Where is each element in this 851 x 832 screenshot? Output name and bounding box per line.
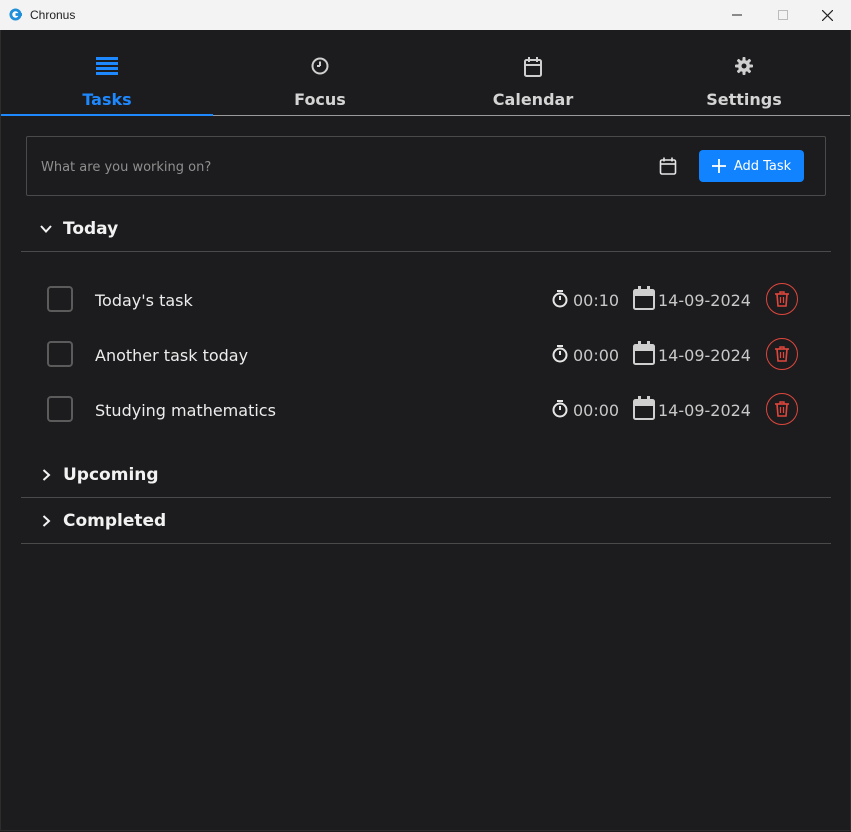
- tab-calendar[interactable]: Calendar: [427, 30, 639, 115]
- task-row: Another task today 00:00 14-09-2024: [21, 336, 831, 376]
- close-button[interactable]: [804, 0, 850, 30]
- section-title: Completed: [63, 511, 167, 531]
- chevron-right-icon: [42, 515, 51, 527]
- task-input[interactable]: [39, 153, 643, 181]
- calendar-icon: [633, 286, 655, 310]
- window-titlebar: Chronus: [0, 0, 851, 30]
- maximize-icon: [778, 10, 788, 20]
- task-checkbox[interactable]: [47, 286, 73, 312]
- app-window: Tasks Focus Calendar Settings What are y…: [0, 30, 851, 831]
- nav-tabs: Tasks Focus Calendar Settings: [1, 30, 850, 116]
- trash-icon: [775, 346, 789, 362]
- tab-tasks[interactable]: Tasks: [1, 30, 213, 116]
- window-title: Chronus: [30, 8, 76, 22]
- gear-icon: [735, 57, 753, 75]
- task-name: Today's task: [95, 291, 193, 310]
- stopwatch-icon: [552, 290, 568, 308]
- stopwatch-icon: [552, 400, 568, 418]
- tab-label: Calendar: [492, 90, 574, 109]
- task-time: 00:10: [573, 291, 620, 310]
- section-title: Upcoming: [63, 465, 159, 485]
- plus-icon: [711, 159, 726, 173]
- section-title: Today: [63, 219, 119, 239]
- app-logo-icon: [9, 8, 22, 21]
- tab-label: Settings: [706, 90, 782, 109]
- maximize-button[interactable]: [760, 0, 806, 30]
- list-icon: [96, 57, 118, 75]
- delete-task-button[interactable]: [766, 393, 798, 425]
- tab-settings[interactable]: Settings: [638, 30, 850, 115]
- minimize-button[interactable]: [714, 0, 760, 30]
- chevron-right-icon: [42, 469, 51, 481]
- tab-label: Focus: [294, 90, 346, 109]
- task-date: 14-09-2024: [658, 401, 751, 420]
- task-date: 14-09-2024: [658, 291, 751, 310]
- chevron-down-icon: [40, 225, 52, 233]
- task-row: Studying mathematics 00:00 14-09-2024: [21, 391, 831, 431]
- task-time: 00:00: [573, 401, 620, 420]
- tab-label: Tasks: [82, 90, 132, 109]
- active-tab-indicator: [1, 114, 213, 116]
- trash-icon: [775, 401, 789, 417]
- calendar-icon: [633, 396, 655, 420]
- add-task-label: Add Task: [733, 158, 792, 174]
- stopwatch-icon: [552, 345, 568, 363]
- section-divider: [21, 543, 831, 544]
- tab-focus[interactable]: Focus: [214, 30, 426, 115]
- clock-icon: [311, 57, 329, 75]
- minimize-icon: [732, 14, 742, 16]
- task-checkbox[interactable]: [47, 341, 73, 367]
- calendar-icon: [524, 57, 542, 77]
- task-date: 14-09-2024: [658, 346, 751, 365]
- task-time: 00:00: [573, 346, 620, 365]
- section-divider: [21, 251, 831, 252]
- task-name: Studying mathematics: [95, 401, 276, 420]
- date-picker-button[interactable]: [659, 157, 679, 177]
- section-completed-header[interactable]: Completed: [21, 501, 831, 541]
- task-checkbox[interactable]: [47, 396, 73, 422]
- trash-icon: [775, 291, 789, 307]
- calendar-icon: [659, 157, 677, 175]
- calendar-icon: [633, 341, 655, 365]
- add-task-button[interactable]: Add Task: [699, 150, 804, 182]
- section-divider: [21, 497, 831, 498]
- close-icon: [821, 9, 833, 21]
- task-row: Today's task 00:10 14-09-2024: [21, 281, 831, 321]
- new-task-panel: Add Task: [26, 136, 826, 196]
- delete-task-button[interactable]: [766, 338, 798, 370]
- task-name: Another task today: [95, 346, 249, 365]
- section-upcoming-header[interactable]: Upcoming: [21, 455, 831, 495]
- section-today-header[interactable]: Today: [21, 209, 831, 249]
- delete-task-button[interactable]: [766, 283, 798, 315]
